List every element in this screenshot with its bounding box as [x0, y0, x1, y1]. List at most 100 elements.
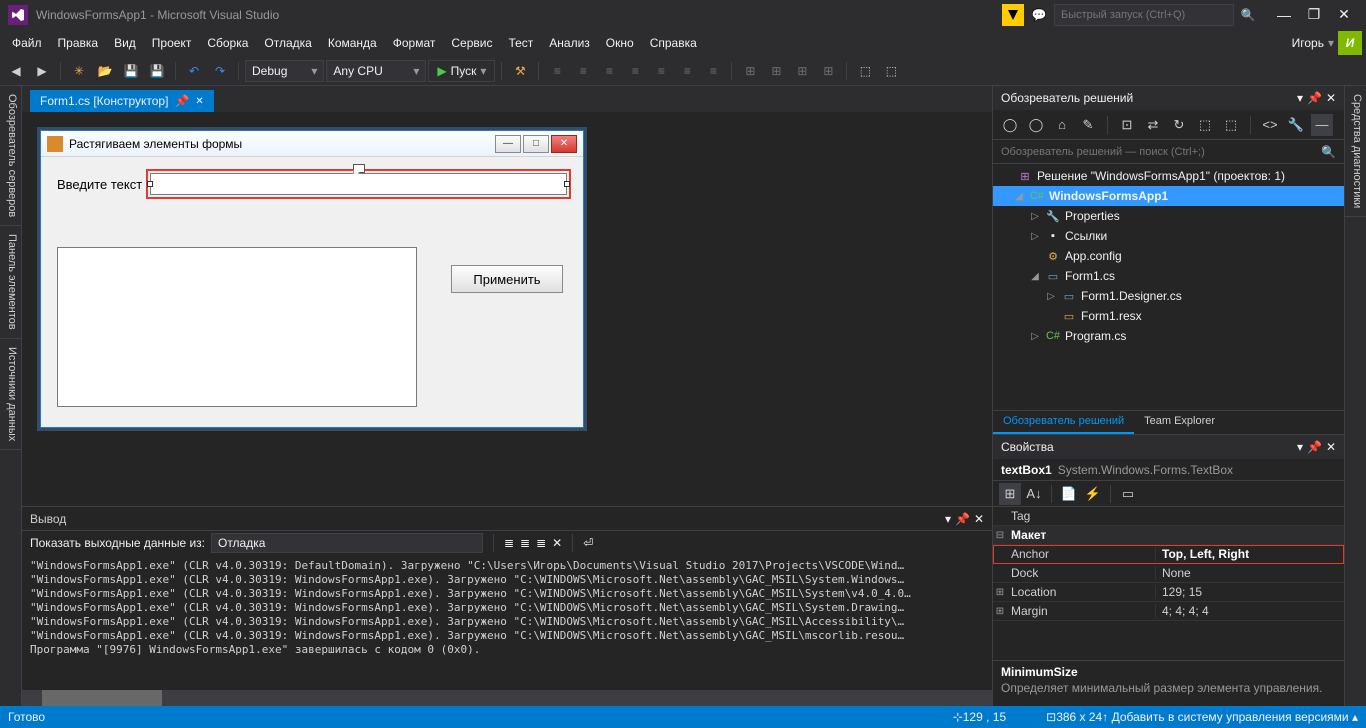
order-icon[interactable]: ⬚ — [879, 59, 903, 83]
menu-test[interactable]: Тест — [500, 32, 541, 54]
tab-server-explorer[interactable]: Обозреватель серверов — [0, 86, 21, 226]
nav-fwd-icon[interactable]: ▶ — [30, 59, 54, 83]
open-icon[interactable]: 📂 — [93, 59, 117, 83]
pin-icon[interactable]: 📌 — [174, 94, 189, 108]
minimize-button[interactable]: — — [1270, 4, 1298, 26]
close-icon[interactable]: ✕ — [1326, 91, 1336, 105]
menu-tools[interactable]: Сервис — [443, 32, 500, 54]
tree-designer[interactable]: ▷▭Form1.Designer.cs — [993, 286, 1344, 306]
menu-window[interactable]: Окно — [598, 32, 642, 54]
pin-icon[interactable]: 📌 — [1307, 91, 1322, 105]
tab-toolbox[interactable]: Панель элементов — [0, 226, 21, 339]
menu-analyze[interactable]: Анализ — [541, 32, 598, 54]
code-icon[interactable]: <> — [1259, 114, 1281, 136]
menu-edit[interactable]: Правка — [50, 32, 107, 54]
categorized-icon[interactable]: ⊞ — [999, 483, 1021, 505]
redo-icon[interactable]: ↷ — [208, 59, 232, 83]
output-source-combo[interactable]: Отладка — [211, 533, 483, 553]
se-search[interactable]: 🔍 — [993, 140, 1344, 164]
apply-button[interactable]: Применить — [451, 265, 563, 293]
dropdown-icon[interactable]: ▾ — [945, 512, 951, 526]
tree-appconfig[interactable]: ⚙App.config — [993, 246, 1344, 266]
tree-properties[interactable]: ▷🔧Properties — [993, 206, 1344, 226]
se-search-input[interactable] — [1001, 146, 1321, 158]
sync-icon[interactable]: ✎ — [1077, 114, 1099, 136]
properties-grid[interactable]: Tag ⊟Макет AnchorTop, Left, Right DockNo… — [993, 507, 1344, 660]
pin-icon[interactable]: 📌 — [1307, 440, 1322, 454]
tab-form1-designer[interactable]: Form1.cs [Конструктор] 📌 ✕ — [30, 90, 214, 112]
props-icon[interactable]: 📄 — [1058, 483, 1080, 505]
resize-handle[interactable] — [564, 181, 570, 187]
tree-project[interactable]: ◢C#WindowsFormsApp1 — [993, 186, 1344, 206]
h-scrollbar[interactable] — [22, 690, 992, 706]
feedback-icon[interactable]: 💬 — [1028, 4, 1050, 26]
show-all-icon[interactable]: ⬚ — [1194, 114, 1216, 136]
prop-row-dock[interactable]: DockNone — [993, 564, 1344, 583]
nav-back-icon[interactable]: ◀ — [4, 59, 28, 83]
save-icon[interactable]: 💾 — [119, 59, 143, 83]
prop-row-margin[interactable]: ⊞Margin4; 4; 4; 4 — [993, 602, 1344, 621]
textbox1[interactable]: ▸ — [150, 173, 567, 195]
back-icon[interactable]: ◯ — [999, 114, 1021, 136]
clear-all-icon[interactable]: ✕ — [552, 536, 562, 550]
tree-program[interactable]: ▷C#Program.cs — [993, 326, 1344, 346]
events-icon[interactable]: ⚡ — [1082, 483, 1104, 505]
close-icon[interactable]: ✕ — [1326, 440, 1336, 454]
menu-help[interactable]: Справка — [642, 32, 705, 54]
pin-icon[interactable]: 📌 — [955, 512, 970, 526]
fwd-icon[interactable]: ◯ — [1025, 114, 1047, 136]
wrench-icon[interactable]: 🔧 — [1285, 114, 1307, 136]
menu-team[interactable]: Команда — [320, 32, 385, 54]
order-icon[interactable]: ⬚ — [853, 59, 877, 83]
notifications-icon[interactable] — [1002, 4, 1024, 26]
close-icon[interactable]: ✕ — [974, 512, 984, 526]
menu-debug[interactable]: Отладка — [256, 32, 319, 54]
toggle-icon[interactable]: ≣ — [520, 536, 530, 550]
menu-project[interactable]: Проект — [144, 32, 200, 54]
tree-solution[interactable]: ⊞Решение "WindowsFormsApp1" (проектов: 1… — [993, 166, 1344, 186]
prop-row-anchor[interactable]: AnchorTop, Left, Right — [993, 545, 1344, 564]
maximize-button[interactable]: ❐ — [1300, 4, 1328, 26]
prop-row-location[interactable]: ⊞Location129; 15 — [993, 583, 1344, 602]
refresh-icon[interactable]: ↻ — [1168, 114, 1190, 136]
user-avatar[interactable]: И — [1338, 31, 1362, 55]
prop-pages-icon[interactable]: ▭ — [1117, 483, 1139, 505]
scope-icon[interactable]: ⊡ — [1116, 114, 1138, 136]
config-combo[interactable]: Debug▾ — [245, 60, 324, 82]
resize-handle[interactable] — [147, 181, 153, 187]
prop-row-tag[interactable]: Tag — [993, 507, 1344, 526]
undo-icon[interactable]: ↶ — [182, 59, 206, 83]
toggle-icon[interactable]: ≣ — [536, 536, 546, 550]
dropdown-icon[interactable]: ▾ — [1297, 440, 1303, 454]
properties-selector[interactable]: textBox1System.Windows.Forms.TextBox — [993, 459, 1344, 481]
move-handle[interactable]: ▸ — [353, 164, 365, 173]
wrap-icon[interactable]: ⏎ — [583, 536, 593, 550]
tree-resx[interactable]: ▭Form1.resx — [993, 306, 1344, 326]
tree-form1[interactable]: ◢▭Form1.cs — [993, 266, 1344, 286]
designer-icon[interactable]: — — [1311, 114, 1333, 136]
tool-icon[interactable]: ⚒ — [508, 59, 532, 83]
home-icon[interactable]: ⌂ — [1051, 114, 1073, 136]
menu-build[interactable]: Сборка — [199, 32, 256, 54]
winform-preview[interactable]: Растягиваем элементы формы — □ ✕ Введите… — [40, 130, 584, 428]
tree-references[interactable]: ▷▪Ссылки — [993, 226, 1344, 246]
close-button[interactable]: ✕ — [1330, 4, 1358, 26]
tab-team-explorer[interactable]: Team Explorer — [1134, 411, 1225, 434]
new-project-icon[interactable]: ✳ — [67, 59, 91, 83]
alpha-icon[interactable]: A↓ — [1023, 483, 1045, 505]
save-all-icon[interactable]: 💾 — [145, 59, 169, 83]
clear-icon[interactable]: ≣ — [504, 536, 514, 550]
search-icon[interactable]: 🔍 — [1321, 145, 1336, 159]
tab-diagnostics[interactable]: Средства диагностики — [1345, 86, 1366, 217]
solution-tree[interactable]: ⊞Решение "WindowsFormsApp1" (проектов: 1… — [993, 164, 1344, 410]
menu-file[interactable]: Файл — [4, 32, 50, 54]
platform-combo[interactable]: Any CPU▾ — [326, 60, 426, 82]
dropdown-icon[interactable]: ▾ — [1297, 91, 1303, 105]
vcs-button[interactable]: ↑ Добавить в систему управления версиями… — [1102, 710, 1358, 724]
tab-data-sources[interactable]: Источники данных — [0, 339, 21, 450]
close-icon[interactable]: ✕ — [195, 96, 203, 107]
tab-solution-explorer[interactable]: Обозреватель решений — [993, 411, 1134, 434]
menu-view[interactable]: Вид — [106, 32, 144, 54]
menu-format[interactable]: Формат — [385, 32, 444, 54]
designer-surface[interactable]: Растягиваем элементы формы — □ ✕ Введите… — [22, 112, 992, 506]
